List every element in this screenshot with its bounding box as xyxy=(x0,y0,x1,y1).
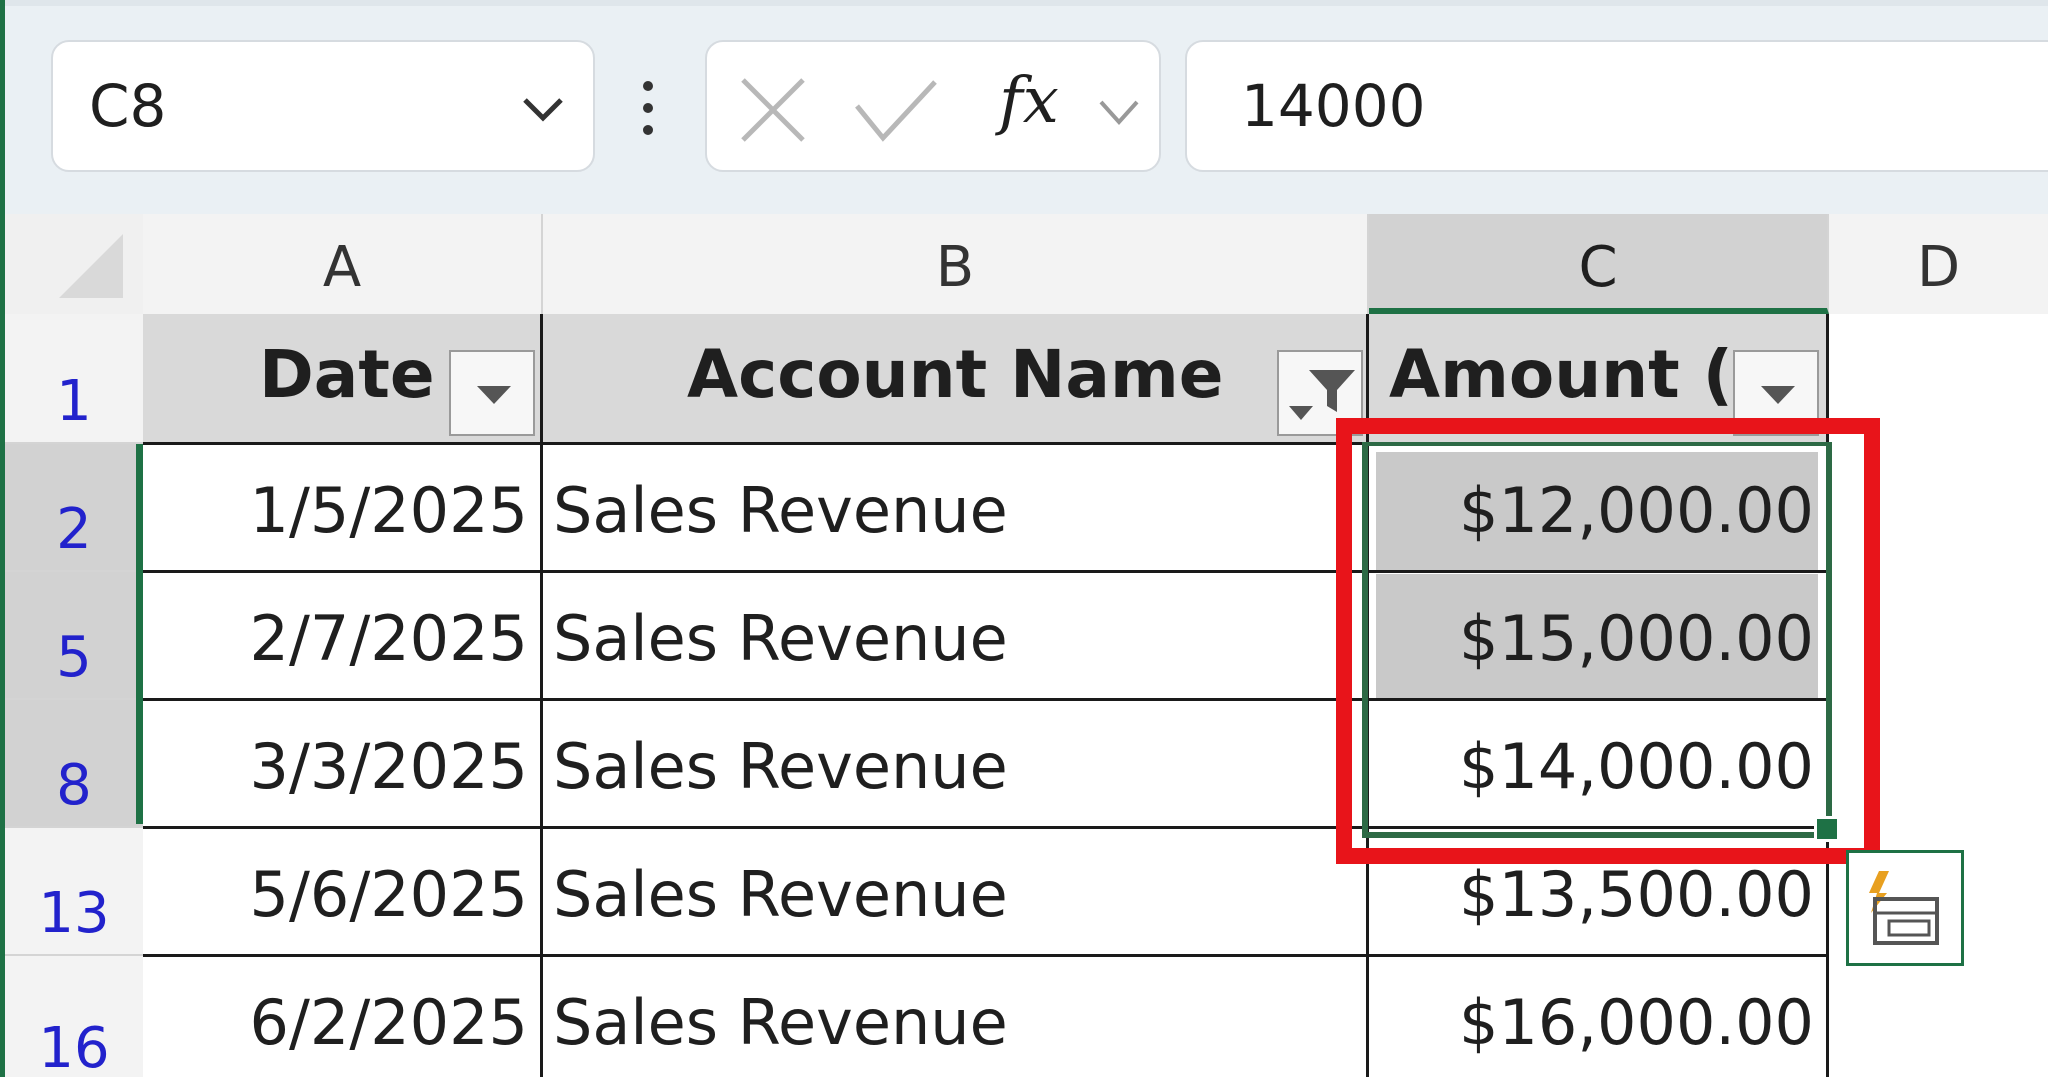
formula-bar-area: C8 fx 14000 xyxy=(5,0,2048,214)
cell-a8[interactable]: 3/3/2025 xyxy=(143,700,528,828)
cell-b5[interactable]: Sales Revenue xyxy=(553,572,1363,700)
row-header-1[interactable]: 1 xyxy=(5,314,143,444)
row-header-13[interactable]: 13 xyxy=(5,828,143,956)
row-selection-indicator xyxy=(136,444,143,824)
cell-a16[interactable]: 6/2/2025 xyxy=(143,956,528,1077)
chevron-down-icon[interactable] xyxy=(1095,92,1143,132)
cell-c16[interactable]: $16,000.00 xyxy=(1369,956,1814,1077)
header-label-date: Date xyxy=(259,336,435,413)
row-header-5[interactable]: 5 xyxy=(5,572,143,700)
formula-controls: fx xyxy=(705,40,1161,172)
name-box-value[interactable]: C8 xyxy=(89,72,166,140)
quick-analysis-button[interactable] xyxy=(1846,850,1964,966)
enter-check-icon[interactable] xyxy=(853,76,939,146)
column-header-d[interactable]: D xyxy=(1829,214,2048,314)
row-number: 5 xyxy=(56,625,92,690)
select-all-corner[interactable] xyxy=(5,214,143,314)
header-label-account-name: Account Name xyxy=(687,336,1224,413)
row-number: 8 xyxy=(56,753,92,818)
filter-button-date[interactable] xyxy=(449,350,535,436)
header-cell-account-name[interactable]: Account Name xyxy=(543,314,1369,444)
column-header-b[interactable]: B xyxy=(543,214,1369,314)
cell-a13[interactable]: 5/6/2025 xyxy=(143,828,528,956)
header-label-amount: Amount ( xyxy=(1389,336,1733,413)
row-number: 1 xyxy=(56,369,92,434)
ribbon-edge xyxy=(5,0,2048,6)
cancel-icon[interactable] xyxy=(737,74,809,146)
formula-input[interactable]: 14000 xyxy=(1185,40,2048,172)
column-header-a[interactable]: A xyxy=(143,214,543,314)
more-options-icon[interactable] xyxy=(641,78,655,138)
column-header-c[interactable]: C xyxy=(1369,214,1829,314)
cell-b16[interactable]: Sales Revenue xyxy=(553,956,1363,1077)
chevron-down-icon[interactable] xyxy=(513,78,573,138)
quick-analysis-icon xyxy=(1869,871,1939,945)
cell-a5[interactable]: 2/7/2025 xyxy=(143,572,528,700)
table-border xyxy=(143,954,1829,957)
table-border xyxy=(540,314,543,1077)
highlight-box xyxy=(1336,418,1880,864)
select-all-triangle-icon[interactable] xyxy=(59,234,123,298)
cell-b2[interactable]: Sales Revenue xyxy=(553,444,1363,572)
row-number: 16 xyxy=(38,1016,110,1077)
cell-b8[interactable]: Sales Revenue xyxy=(553,700,1363,828)
cell-a2[interactable]: 1/5/2025 xyxy=(143,444,528,572)
row-number: 2 xyxy=(56,497,92,562)
row-header-8[interactable]: 8 xyxy=(5,700,143,828)
dropdown-arrow-icon xyxy=(477,386,511,404)
row-header-2[interactable]: 2 xyxy=(5,444,143,572)
row-header-16[interactable]: 16 xyxy=(5,956,143,1077)
formula-value[interactable]: 14000 xyxy=(1241,72,1426,140)
name-box[interactable]: C8 xyxy=(51,40,595,172)
cell-b13[interactable]: Sales Revenue xyxy=(553,828,1363,956)
row-number: 13 xyxy=(38,881,110,946)
insert-function-button[interactable]: fx xyxy=(999,64,1059,138)
header-cell-date[interactable]: Date xyxy=(143,314,543,444)
